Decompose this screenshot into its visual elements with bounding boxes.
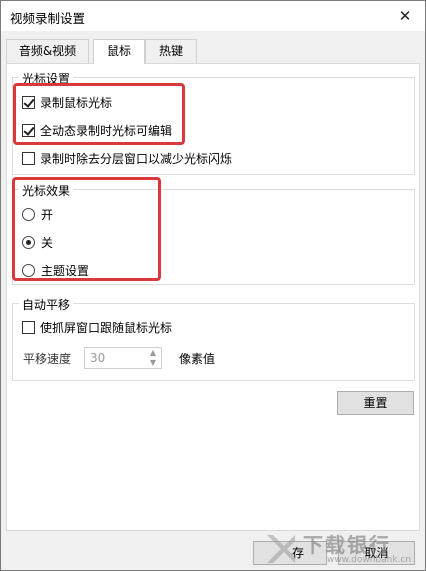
effect-theme-option[interactable]: 主题设置 bbox=[22, 261, 89, 279]
record-cursor-option[interactable]: 录制鼠标光标 bbox=[22, 93, 112, 111]
tab-hotkeys[interactable]: 热键 bbox=[145, 39, 197, 63]
window-title: 视频录制设置 bbox=[10, 11, 86, 26]
cursor-effect-title: 光标效果 bbox=[19, 182, 74, 199]
settings-window: 视频录制设置 ✕ 音频&视频 鼠标 热键 光标设置 录制鼠标光标 全动态录制时光… bbox=[0, 0, 426, 571]
follow-cursor-label: 使抓屏窗口跟随鼠标光标 bbox=[40, 320, 173, 335]
chevron-down-icon[interactable]: ▼ bbox=[147, 358, 159, 368]
pan-speed-stepper[interactable]: 30 ▲ ▼ bbox=[84, 347, 162, 369]
follow-cursor-option[interactable]: 使抓屏窗口跟随鼠标光标 bbox=[22, 318, 172, 336]
reset-button[interactable]: 重置 bbox=[337, 391, 414, 415]
effect-off-label: 关 bbox=[41, 235, 54, 250]
remove-layered-label: 录制时除去分层窗口以减少光标闪烁 bbox=[40, 151, 233, 166]
effect-on-option[interactable]: 开 bbox=[22, 205, 53, 223]
auto-pan-title: 自动平移 bbox=[19, 296, 74, 313]
chevron-up-icon[interactable]: ▲ bbox=[147, 348, 159, 358]
watermark-cn: 下载银行 bbox=[303, 533, 391, 557]
title-bar: 视频录制设置 ✕ bbox=[1, 1, 425, 31]
watermark-logo-icon bbox=[267, 535, 295, 563]
close-icon[interactable]: ✕ bbox=[395, 6, 415, 26]
record-cursor-checkbox[interactable] bbox=[22, 95, 35, 109]
effect-on-label: 开 bbox=[41, 207, 54, 222]
editable-cursor-checkbox[interactable] bbox=[22, 123, 35, 137]
effect-theme-radio[interactable] bbox=[22, 263, 35, 277]
effect-theme-label: 主题设置 bbox=[41, 263, 90, 278]
cursor-settings-title: 光标设置 bbox=[19, 70, 74, 87]
effect-off-radio[interactable] bbox=[22, 235, 35, 249]
pan-speed-value: 30 bbox=[90, 351, 106, 365]
editable-cursor-option[interactable]: 全动态录制时光标可编辑 bbox=[22, 121, 172, 139]
tab-mouse[interactable]: 鼠标 bbox=[93, 39, 145, 64]
pan-speed-label: 平移速度 bbox=[23, 351, 72, 366]
mouse-tab-panel: 光标设置 录制鼠标光标 全动态录制时光标可编辑 录制时除去分层窗口以减少光标闪烁… bbox=[6, 63, 420, 531]
editable-cursor-label: 全动态录制时光标可编辑 bbox=[40, 123, 173, 138]
record-cursor-label: 录制鼠标光标 bbox=[40, 95, 113, 110]
remove-layered-option[interactable]: 录制时除去分层窗口以减少光标闪烁 bbox=[22, 149, 232, 167]
tab-audio-video[interactable]: 音频&视频 bbox=[6, 39, 89, 63]
pan-unit-label: 像素值 bbox=[179, 351, 216, 366]
follow-cursor-checkbox[interactable] bbox=[22, 320, 35, 334]
effect-on-radio[interactable] bbox=[22, 207, 35, 221]
auto-pan-group: 自动平移 bbox=[12, 296, 415, 381]
remove-layered-checkbox[interactable] bbox=[22, 151, 35, 165]
watermark-en: www.downbank.cn bbox=[327, 555, 412, 565]
watermark: 下载银行 www.downbank.cn bbox=[263, 529, 423, 569]
effect-off-option[interactable]: 关 bbox=[22, 233, 53, 251]
